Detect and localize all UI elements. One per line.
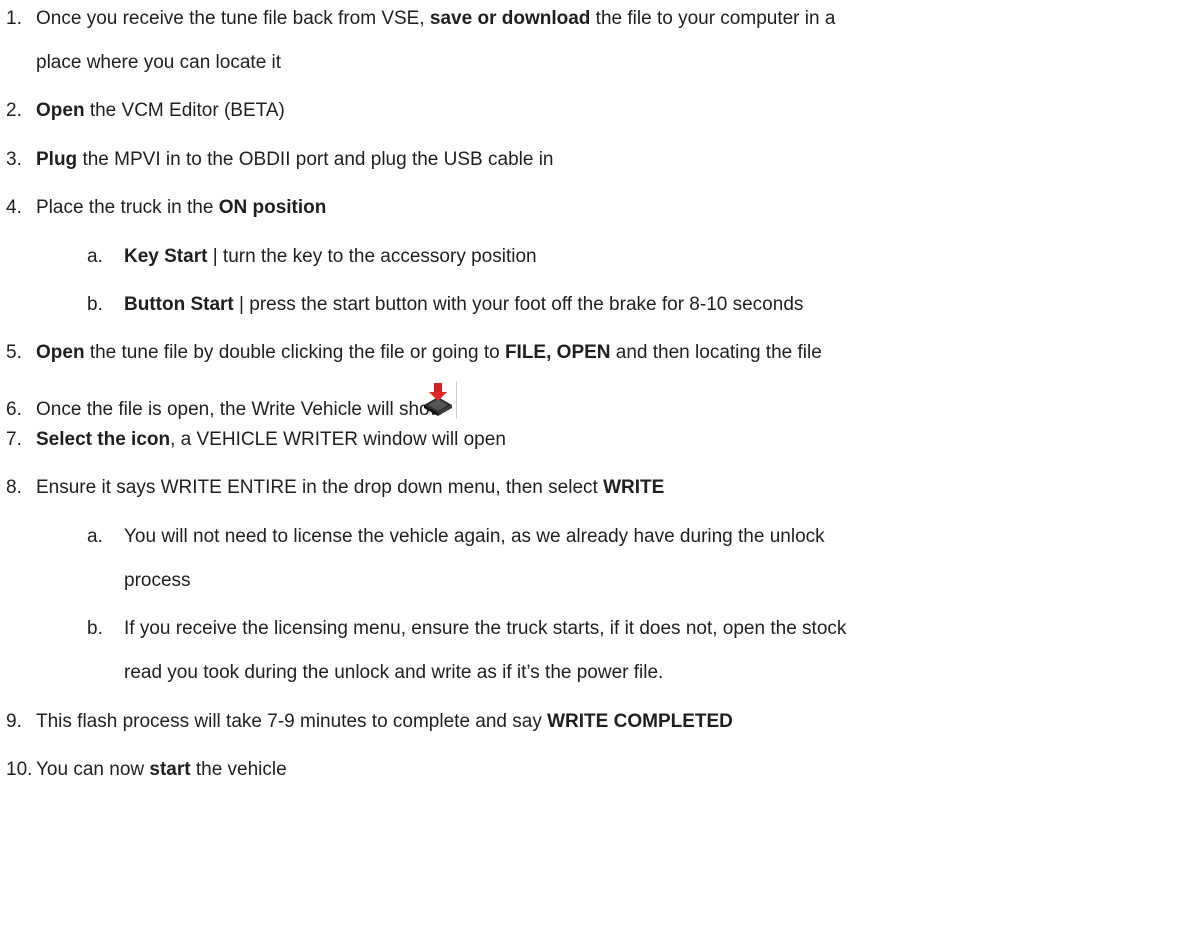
step-4b-text: Button Start | press the start button wi… [124, 294, 804, 315]
step-4a-text: Key Start | turn the key to the accessor… [124, 246, 537, 267]
substep-letter: a. [87, 246, 103, 267]
substep-letter: a. [87, 526, 103, 547]
step-number: 9. [6, 711, 22, 732]
step-7-text: Select the icon, a VEHICLE WRITER window… [36, 429, 506, 450]
step-3-text: Plug the MPVI in to the OBDII port and p… [36, 149, 554, 170]
step-number: 10. [6, 759, 33, 780]
substep-letter: b. [87, 618, 103, 639]
step-number: 5. [6, 342, 22, 363]
step-number: 1. [6, 8, 22, 29]
step-number: 7. [6, 429, 22, 450]
step-number: 6. [6, 399, 22, 420]
step-number: 3. [6, 149, 22, 170]
step-8-text: Ensure it says WRITE ENTIRE in the drop … [36, 477, 665, 498]
step-2-text: Open the VCM Editor (BETA) [36, 100, 285, 121]
step-1-text: Once you receive the tune file back from… [36, 8, 836, 29]
step-6-text: Once the file is open, the Write Vehicle… [36, 399, 444, 420]
step-number: 4. [6, 197, 22, 218]
step-8a-text: You will not need to license the vehicle… [124, 526, 825, 547]
step-1: 1. [6, 7, 22, 31]
step-5-text: Open the tune file by double clicking th… [36, 342, 822, 363]
step-8b-text-cont: read you took during the unlock and writ… [124, 662, 664, 683]
step-10-text: You can now start the vehicle [36, 759, 287, 780]
instruction-document: 1. Once you receive the tune file back f… [0, 0, 1187, 947]
write-vehicle-chip-icon [420, 381, 457, 419]
step-1-text-cont: place where you can locate it [36, 52, 282, 73]
step-number: 8. [6, 477, 22, 498]
step-9-text: This flash process will take 7-9 minutes… [36, 711, 733, 732]
step-8a-text-cont: process [124, 570, 191, 591]
step-8b-text: If you receive the licensing menu, ensur… [124, 618, 847, 639]
substep-letter: b. [87, 294, 103, 315]
step-number: 2. [6, 100, 22, 121]
step-4-text: Place the truck in the ON position [36, 197, 327, 218]
